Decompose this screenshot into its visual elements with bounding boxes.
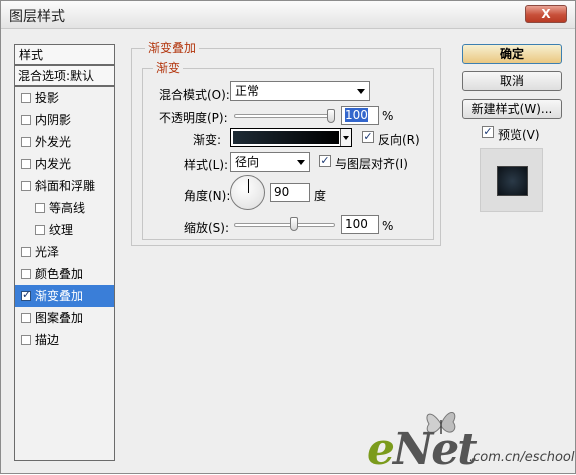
gradient-dropdown-icon[interactable]: [340, 129, 351, 146]
blend-options-item[interactable]: 混合选项:默认: [15, 66, 114, 87]
effect-checkbox[interactable]: [21, 247, 31, 257]
blend-mode-value: 正常: [235, 84, 260, 98]
effect-label: 描边: [35, 333, 60, 347]
effect-label: 颜色叠加: [35, 267, 84, 281]
scale-unit: %: [382, 219, 394, 233]
reverse-checkbox[interactable]: ✓: [362, 131, 374, 143]
window-title: 图层样式: [9, 9, 65, 25]
gradient-overlay-title: 渐变叠加: [145, 39, 200, 56]
effect-checkbox[interactable]: [21, 137, 31, 147]
effect-item[interactable]: ✓ 渐变叠加: [15, 285, 114, 307]
opacity-unit: %: [382, 109, 394, 123]
effect-checkbox[interactable]: [21, 93, 31, 103]
effect-label: 内阴影: [35, 113, 72, 127]
opacity-slider-thumb[interactable]: [327, 109, 335, 123]
effect-checkbox[interactable]: [35, 203, 45, 213]
gradient-style-value: 径向: [235, 155, 260, 169]
checkmark-icon: ✓: [320, 154, 330, 167]
gradient-preview[interactable]: [233, 131, 339, 144]
chevron-down-icon: [297, 160, 305, 165]
effect-item[interactable]: 投影: [15, 87, 114, 109]
enet-logo: eNet: [367, 424, 478, 475]
watermark-url: .com.cn/eschool: [469, 450, 575, 465]
gradient-picker[interactable]: [230, 128, 352, 147]
effect-checkbox[interactable]: [21, 115, 31, 125]
opacity-value: 100: [345, 108, 368, 122]
effect-label: 渐变叠加: [35, 289, 84, 303]
effect-item[interactable]: 颜色叠加: [15, 263, 114, 285]
reverse-label: 反向(R): [378, 133, 420, 147]
scale-slider-track[interactable]: [234, 223, 335, 227]
angle-value: 90: [274, 185, 290, 199]
blend-mode-label: 混合模式(O):: [159, 88, 230, 102]
ok-button[interactable]: 确定: [462, 44, 562, 64]
effect-checkbox[interactable]: ✓: [21, 288, 32, 301]
preview-label: 预览(V): [498, 128, 540, 142]
effect-label: 纹理: [49, 223, 74, 237]
angle-input[interactable]: 90: [270, 183, 310, 202]
effect-checkbox[interactable]: [35, 225, 45, 235]
gradient-label: 渐变:: [193, 133, 222, 147]
angle-needle: [248, 179, 249, 193]
style-list: 样式 混合选项:默认 投影 内阴影 外发光 内发光 斜面和浮雕 等高线 纹理 光泽 颜色叠加 ✓ 渐…: [14, 44, 115, 461]
opacity-label: 不透明度(P):: [159, 111, 228, 125]
effect-label: 光泽: [35, 245, 60, 259]
gradient-style-select[interactable]: 径向: [230, 152, 310, 172]
effect-checkbox[interactable]: [21, 269, 31, 279]
angle-label: 角度(N):: [184, 189, 231, 203]
effect-checkbox[interactable]: [21, 159, 31, 169]
scale-input[interactable]: 100: [341, 215, 379, 234]
gradient-subgroup-title: 渐变: [153, 59, 184, 76]
effect-item[interactable]: 外发光: [15, 131, 114, 153]
style-label: 样式(L):: [184, 158, 229, 172]
effect-label: 图案叠加: [35, 311, 84, 325]
effect-item[interactable]: 光泽: [15, 241, 114, 263]
effect-item[interactable]: 描边: [15, 329, 114, 351]
effect-checkbox[interactable]: [21, 181, 31, 191]
align-with-layer-label: 与图层对齐(I): [335, 157, 408, 171]
close-button[interactable]: X: [525, 5, 567, 23]
preview-swatch: [497, 166, 528, 196]
effect-item[interactable]: 纹理: [15, 219, 114, 241]
checkmark-icon: ✓: [363, 130, 373, 143]
preview-checkbox[interactable]: ✓: [482, 126, 494, 138]
checkmark-icon: ✓: [483, 125, 493, 138]
angle-dial[interactable]: [230, 175, 265, 210]
styles-header[interactable]: 样式: [15, 45, 114, 66]
effect-item[interactable]: 斜面和浮雕: [15, 175, 114, 197]
effect-item[interactable]: 内阴影: [15, 109, 114, 131]
new-style-button[interactable]: 新建样式(W)...: [462, 99, 562, 119]
scale-value: 100: [345, 217, 368, 231]
opacity-slider-track[interactable]: [234, 114, 335, 118]
effect-label: 外发光: [35, 135, 72, 149]
scale-label: 缩放(S):: [184, 221, 230, 235]
effect-items: 投影 内阴影 外发光 内发光 斜面和浮雕 等高线 纹理 光泽 颜色叠加 ✓ 渐变叠加 图案叠加 描边: [15, 87, 114, 351]
angle-unit: 度: [314, 189, 327, 203]
style-preview: [480, 148, 543, 212]
effect-label: 等高线: [49, 201, 86, 215]
checkmark-icon: ✓: [22, 288, 32, 301]
effect-label: 投影: [35, 91, 60, 105]
align-with-layer-checkbox[interactable]: ✓: [319, 155, 331, 167]
effect-item[interactable]: 图案叠加: [15, 307, 114, 329]
layer-style-dialog: 图层样式 X 样式 混合选项:默认 投影内阴影外发光内发光斜面和浮雕等高线纹理光…: [0, 0, 576, 475]
opacity-input[interactable]: 100: [341, 106, 379, 125]
watermark: eNet .com.cn/eschool: [365, 406, 575, 475]
blend-mode-select[interactable]: 正常: [230, 81, 370, 101]
effect-label: 内发光: [35, 157, 72, 171]
title-bar: 图层样式 X: [1, 1, 575, 29]
scale-slider-thumb[interactable]: [289, 217, 298, 231]
effect-label: 斜面和浮雕: [35, 179, 96, 193]
effect-item[interactable]: 内发光: [15, 153, 114, 175]
effect-checkbox[interactable]: [21, 335, 31, 345]
effect-checkbox[interactable]: [21, 313, 31, 323]
cancel-button[interactable]: 取消: [462, 71, 562, 91]
effect-item[interactable]: 等高线: [15, 197, 114, 219]
chevron-down-icon: [357, 89, 365, 94]
